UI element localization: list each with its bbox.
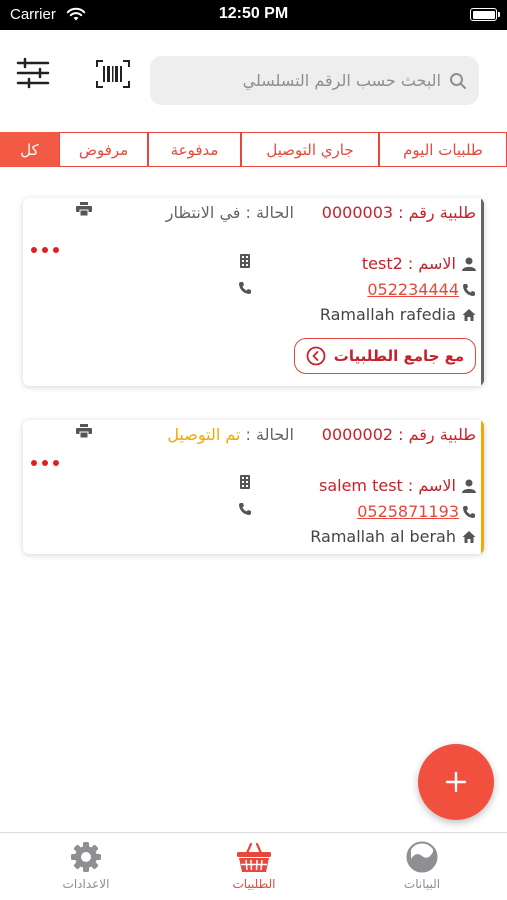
order-number: طلبية رقم : 0000003 bbox=[321, 203, 476, 222]
search-bar[interactable] bbox=[150, 56, 479, 105]
tab-today-orders[interactable]: طلبيات اليوم bbox=[379, 132, 507, 167]
with-collector-button[interactable]: مع جامع الطلبيات bbox=[294, 338, 476, 374]
chart-circle-icon bbox=[406, 841, 438, 873]
tab-orders-label: الطلبيات bbox=[232, 877, 276, 891]
tab-settings[interactable]: الاعدادات bbox=[26, 841, 146, 891]
building-icon bbox=[240, 475, 250, 489]
search-icon bbox=[450, 73, 466, 89]
filter-sliders-icon[interactable] bbox=[16, 57, 50, 89]
tab-rejected[interactable]: مرفوض bbox=[59, 132, 148, 167]
tab-paid[interactable]: مدفوعة bbox=[148, 132, 241, 167]
building-icon bbox=[240, 254, 250, 268]
add-order-button[interactable] bbox=[418, 744, 494, 820]
phone-icon bbox=[239, 503, 251, 515]
printer-icon[interactable] bbox=[76, 424, 92, 438]
with-collector-label: مع جامع الطلبيات bbox=[333, 347, 465, 365]
order-number: طلبية رقم : 0000002 bbox=[321, 425, 476, 444]
more-options-icon[interactable] bbox=[31, 460, 63, 468]
clock: 12:50 PM bbox=[218, 5, 289, 22]
order-card[interactable]: طلبية رقم : 0000002 الحالة : تم التوصيل … bbox=[23, 420, 484, 554]
tab-data-label: البيانات bbox=[403, 877, 441, 891]
barcode-scan-icon[interactable] bbox=[95, 59, 131, 89]
bottom-tab-bar: الاعدادات الطلبيات البيانات bbox=[0, 832, 507, 900]
plus-icon bbox=[445, 771, 467, 793]
phone-icon bbox=[463, 506, 475, 518]
customer-address: Ramallah al berah bbox=[310, 527, 456, 546]
basket-icon bbox=[237, 842, 271, 872]
tab-in-delivery[interactable]: جاري التوصيل bbox=[241, 132, 379, 167]
gear-icon bbox=[71, 842, 101, 872]
more-options-icon[interactable] bbox=[31, 247, 63, 255]
status-prefix: الحالة : bbox=[240, 203, 294, 222]
search-input[interactable] bbox=[171, 56, 441, 105]
tab-orders[interactable]: الطلبيات bbox=[194, 841, 314, 891]
tab-all[interactable]: كل bbox=[0, 132, 59, 167]
customer-phone-link[interactable]: 052234444 bbox=[367, 280, 459, 299]
status-filter-tabs: طلبيات اليوم جاري التوصيل مدفوعة مرفوض ك… bbox=[0, 132, 507, 167]
phone-icon bbox=[463, 284, 475, 296]
status-accent-bar bbox=[481, 198, 484, 386]
tab-settings-label: الاعدادات bbox=[62, 877, 110, 891]
person-icon bbox=[462, 479, 476, 493]
phone-icon bbox=[239, 282, 251, 294]
customer-name: الاسم : salem test bbox=[318, 476, 456, 495]
home-icon bbox=[462, 309, 476, 321]
order-card[interactable]: طلبية رقم : 0000003 الحالة : في الانتظار… bbox=[23, 198, 484, 386]
printer-icon[interactable] bbox=[76, 202, 92, 216]
home-icon bbox=[462, 531, 476, 543]
battery-icon bbox=[470, 8, 500, 21]
tab-data[interactable]: البيانات bbox=[362, 841, 482, 891]
status-value: في الانتظار bbox=[165, 203, 241, 222]
status-value: تم التوصيل bbox=[167, 425, 241, 444]
customer-phone-link[interactable]: 0525871193 bbox=[357, 502, 459, 521]
chevron-left-circle-icon bbox=[306, 346, 326, 366]
order-status: الحالة : تم التوصيل bbox=[167, 425, 294, 444]
status-accent-bar bbox=[481, 420, 484, 554]
status-bar: Carrier 12:50 PM bbox=[0, 0, 507, 30]
order-status: الحالة : في الانتظار bbox=[166, 203, 294, 222]
customer-address: Ramallah rafedia bbox=[319, 305, 456, 324]
person-icon bbox=[462, 257, 476, 271]
customer-name: الاسم : test2 bbox=[361, 254, 456, 273]
status-prefix: الحالة : bbox=[240, 425, 294, 444]
